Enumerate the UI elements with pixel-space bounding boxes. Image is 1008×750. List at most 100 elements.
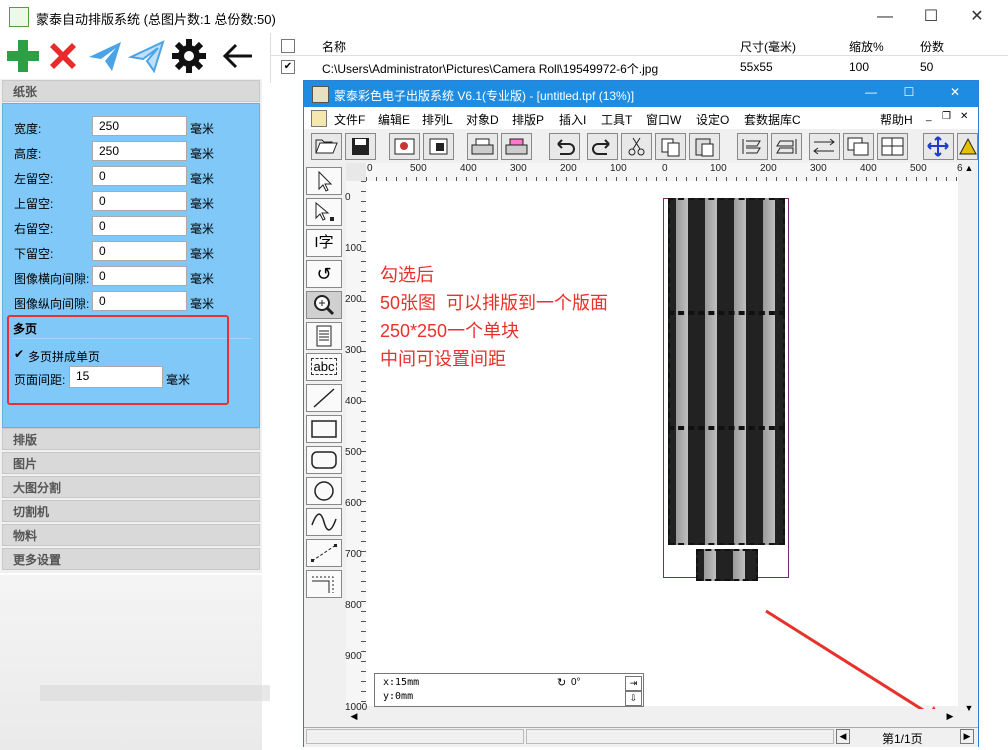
cut-icon[interactable] bbox=[621, 133, 652, 160]
right-margin-input[interactable]: 0 bbox=[92, 216, 187, 236]
back-arrow-icon[interactable] bbox=[218, 37, 256, 75]
add-icon[interactable] bbox=[4, 37, 42, 75]
col-header-size[interactable]: 尺寸(毫米) bbox=[740, 38, 796, 55]
open-icon[interactable] bbox=[311, 133, 342, 160]
color-icon[interactable] bbox=[957, 133, 978, 160]
status-cell bbox=[526, 729, 834, 744]
undo-icon[interactable] bbox=[549, 133, 580, 160]
coord-x: x:15mm bbox=[383, 677, 420, 688]
save-icon[interactable] bbox=[345, 133, 376, 160]
publisher-window: 蒙泰彩色电子出版系统 V6.1(专业版) - [untitled.tpf (13… bbox=[303, 80, 979, 747]
section-layout-header[interactable]: 排版 bbox=[2, 428, 260, 450]
rounded-rect-tool-icon[interactable] bbox=[306, 446, 342, 474]
menu-window[interactable]: 窗口W bbox=[646, 111, 681, 128]
menu-object[interactable]: 对象D bbox=[466, 111, 499, 128]
field-unit: 毫米 bbox=[190, 172, 215, 186]
ellipse-tool-icon[interactable] bbox=[306, 477, 342, 505]
zoom-tool-icon[interactable] bbox=[306, 291, 342, 319]
text-tool-icon[interactable]: I字 bbox=[306, 229, 342, 257]
print-preview-icon[interactable] bbox=[389, 133, 420, 160]
node-select-icon[interactable] bbox=[306, 198, 342, 226]
left-margin-input[interactable]: 0 bbox=[92, 166, 187, 186]
publisher-minimize-button[interactable]: — bbox=[856, 85, 886, 99]
row-checkbox[interactable]: ✔ bbox=[281, 60, 295, 74]
coord-y: y:0mm bbox=[383, 691, 414, 702]
flip-icon[interactable] bbox=[809, 133, 840, 160]
rect-tool-icon[interactable] bbox=[306, 415, 342, 443]
send-outline-icon[interactable] bbox=[128, 37, 166, 75]
section-image-header[interactable]: 图片 bbox=[2, 452, 260, 474]
fit-height-icon[interactable]: ⇩ bbox=[625, 691, 642, 706]
redo-icon[interactable] bbox=[587, 133, 618, 160]
scroll-down-icon[interactable]: ▼ bbox=[960, 703, 978, 719]
mdi-restore-icon[interactable]: ❐ bbox=[942, 111, 951, 122]
design-canvas[interactable]: 勾选后 50张图 可以排版到一个版面 250*250一个单块 中间可设置间距 x… bbox=[366, 181, 958, 724]
fit-width-icon[interactable]: ⇥ bbox=[625, 676, 642, 691]
height-input[interactable]: 250 bbox=[92, 141, 187, 161]
select-all-checkbox[interactable] bbox=[281, 39, 295, 53]
paste-icon[interactable] bbox=[689, 133, 720, 160]
field-unit: 毫米 bbox=[190, 222, 215, 236]
menu-database[interactable]: 套数据库C bbox=[744, 111, 801, 128]
align-right-icon[interactable] bbox=[771, 133, 802, 160]
publisher-title-bar: 蒙泰彩色电子出版系统 V6.1(专业版) - [untitled.tpf (13… bbox=[304, 81, 978, 107]
next-page-icon[interactable]: ▶ bbox=[960, 729, 974, 744]
scroll-right-icon[interactable]: ▶ bbox=[942, 711, 958, 725]
v-gap-input[interactable]: 0 bbox=[92, 291, 187, 311]
menu-insert[interactable]: 插入I bbox=[559, 111, 586, 128]
mdi-minimize-icon[interactable]: _ bbox=[926, 111, 932, 122]
menu-arrange[interactable]: 排列L bbox=[422, 111, 453, 128]
h-gap-input[interactable]: 0 bbox=[92, 266, 187, 286]
menu-layout[interactable]: 排版P bbox=[512, 111, 544, 128]
menu-edit[interactable]: 编辑E bbox=[378, 111, 410, 128]
text-frame-icon[interactable]: abc bbox=[306, 353, 342, 381]
delete-icon[interactable] bbox=[44, 37, 82, 75]
annotation-line: 250*250一个单块 bbox=[380, 321, 520, 341]
scroll-left-icon[interactable]: ◀ bbox=[346, 711, 362, 725]
align-left-icon[interactable] bbox=[737, 133, 768, 160]
row-name[interactable]: C:\Users\Administrator\Pictures\Camera R… bbox=[322, 60, 658, 77]
ruler-label: 100 bbox=[710, 163, 727, 174]
page-setup-icon[interactable] bbox=[423, 133, 454, 160]
move-icon[interactable] bbox=[923, 133, 954, 160]
col-header-count[interactable]: 份数 bbox=[920, 38, 944, 55]
menu-file[interactable]: 文件F bbox=[334, 111, 365, 128]
section-paper-header[interactable]: 纸张 bbox=[2, 80, 260, 102]
line-tool-icon[interactable] bbox=[306, 384, 342, 412]
publisher-maximize-button[interactable]: ☐ bbox=[894, 85, 924, 99]
width-input[interactable]: 250 bbox=[92, 116, 187, 136]
field-label: 图像纵向间隙: bbox=[14, 297, 90, 311]
group-icon[interactable] bbox=[843, 133, 874, 160]
bottom-margin-input[interactable]: 0 bbox=[92, 241, 187, 261]
mdi-close-icon[interactable]: ✕ bbox=[960, 111, 968, 122]
polyline-tool-icon[interactable] bbox=[306, 539, 342, 567]
curve-tool-icon[interactable] bbox=[306, 508, 342, 536]
publisher-close-button[interactable]: ✕ bbox=[940, 85, 970, 99]
section-material-header[interactable]: 物料 bbox=[2, 524, 260, 546]
rotate-tool-icon[interactable]: ↺ bbox=[306, 260, 342, 288]
menu-tools[interactable]: 工具T bbox=[601, 111, 632, 128]
maximize-button[interactable]: ☐ bbox=[908, 0, 954, 33]
menu-settings[interactable]: 设定O bbox=[696, 111, 729, 128]
select-arrow-icon[interactable] bbox=[306, 167, 342, 195]
print-icon[interactable] bbox=[467, 133, 498, 160]
section-split-header[interactable]: 大图分割 bbox=[2, 476, 260, 498]
vertical-scrollbar[interactable]: ▲ ▼ bbox=[960, 163, 978, 723]
section-cutter-header[interactable]: 切割机 bbox=[2, 500, 260, 522]
menu-help[interactable]: 帮助H bbox=[880, 111, 913, 128]
col-header-scale[interactable]: 缩放% bbox=[849, 38, 884, 55]
send-icon[interactable] bbox=[86, 37, 124, 75]
gear-icon[interactable] bbox=[170, 37, 208, 75]
minimize-button[interactable]: — bbox=[862, 0, 908, 33]
ungroup-icon[interactable] bbox=[877, 133, 908, 160]
color-print-icon[interactable] bbox=[501, 133, 532, 160]
col-header-name[interactable]: 名称 bbox=[322, 38, 346, 55]
top-margin-input[interactable]: 0 bbox=[92, 191, 187, 211]
close-button[interactable]: ✕ bbox=[954, 0, 1000, 33]
section-more-header[interactable]: 更多设置 bbox=[2, 548, 260, 570]
corner-tool-icon[interactable] bbox=[306, 570, 342, 598]
horizontal-scrollbar[interactable]: ◀ ▶ bbox=[346, 709, 958, 727]
copy-icon[interactable] bbox=[655, 133, 686, 160]
page-tool-icon[interactable] bbox=[306, 322, 342, 350]
prev-page-icon[interactable]: ◀ bbox=[836, 729, 850, 744]
